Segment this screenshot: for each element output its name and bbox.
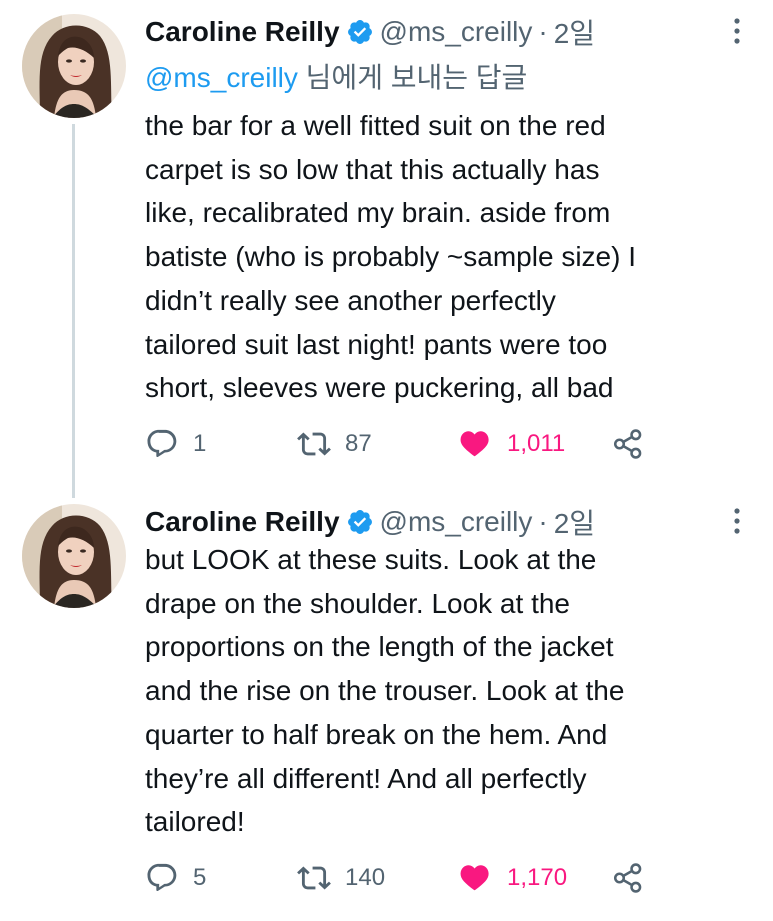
like-count: 1,011 (507, 430, 566, 457)
like-count: 1,170 (507, 864, 568, 891)
reply-button[interactable]: 5 (145, 858, 206, 898)
tweet-text: the bar for a well fitted suit on the re… (145, 110, 636, 404)
retweet-count: 140 (345, 864, 386, 891)
replying-to-label: 님에게 보내는 답글 (297, 62, 528, 93)
tweet-2[interactable]: Caroline Reilly @ms_creilly · 2일 but LOO… (0, 490, 773, 921)
avatar[interactable] (22, 14, 126, 118)
tweet-header: Caroline Reilly @ms_creilly · 2일 (145, 14, 595, 50)
tweet-header: Caroline Reilly @ms_creilly · 2일 (145, 504, 595, 540)
author-name[interactable]: Caroline Reilly (145, 506, 340, 538)
share-button[interactable] (611, 424, 645, 464)
tweet-text: but LOOK at these suits. Look at the dra… (145, 544, 625, 838)
author-handle[interactable]: @ms_creilly (380, 16, 533, 48)
tweet-1[interactable]: Caroline Reilly @ms_creilly · 2일 @ms_cre… (0, 0, 773, 498)
reply-count: 5 (193, 864, 207, 891)
reply-button[interactable]: 1 (145, 424, 206, 464)
tweet-actions: 1 87 1,011 (145, 424, 665, 464)
share-icon (613, 429, 642, 459)
retweet-icon (297, 432, 331, 456)
like-heart-icon (460, 431, 489, 457)
reply-mention-link[interactable]: @ms_creilly (145, 62, 298, 93)
tweet-actions: 5 140 1,170 (145, 858, 665, 898)
author-name[interactable]: Caroline Reilly (145, 16, 340, 48)
retweet-count: 87 (345, 430, 372, 457)
like-button[interactable]: 1,170 (459, 858, 567, 898)
retweet-icon (297, 866, 331, 890)
thread-connector-line (72, 124, 75, 498)
share-icon (613, 863, 642, 893)
tweet-timestamp[interactable]: 2일 (554, 502, 595, 542)
reply-count: 1 (193, 430, 207, 457)
replying-to-line: @ms_creilly 님에게 보내는 답글 (145, 56, 527, 96)
separator-dot: · (538, 506, 548, 537)
more-options-icon[interactable] (727, 14, 747, 48)
reply-icon (147, 863, 177, 892)
retweet-button[interactable]: 140 (297, 858, 385, 898)
separator-dot: · (538, 16, 548, 47)
tweet-timestamp[interactable]: 2일 (554, 12, 595, 52)
share-button[interactable] (611, 858, 645, 898)
like-heart-icon (460, 865, 489, 891)
verified-badge-icon (347, 510, 372, 534)
verified-badge-icon (347, 20, 372, 44)
retweet-button[interactable]: 87 (297, 424, 372, 464)
reply-icon (147, 429, 177, 458)
more-options-icon[interactable] (727, 504, 747, 538)
avatar[interactable] (22, 504, 126, 608)
like-button[interactable]: 1,011 (459, 424, 565, 464)
author-handle[interactable]: @ms_creilly (380, 506, 533, 538)
